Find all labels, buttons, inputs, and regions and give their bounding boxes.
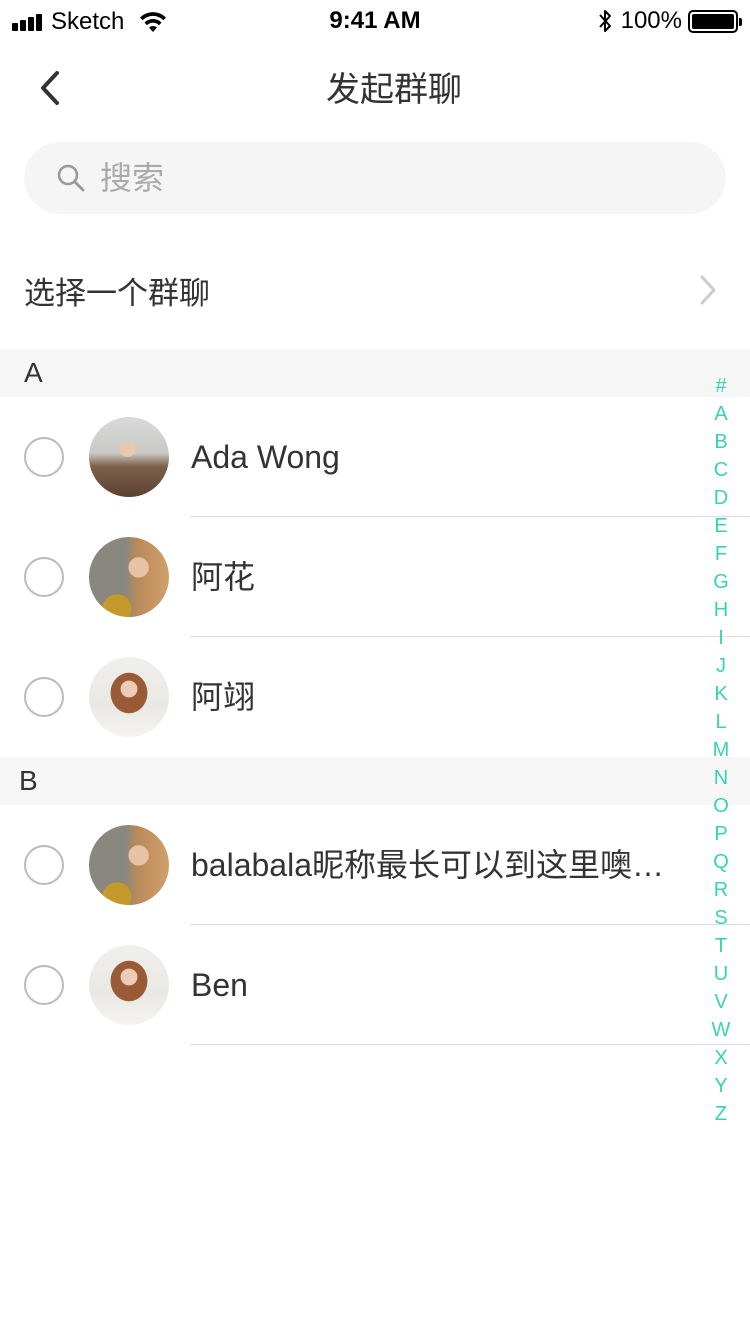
status-bar: Sketch 9:41 AM 100% [0, 0, 750, 40]
divider [190, 1044, 750, 1045]
signal-icon [12, 13, 44, 31]
index-letter[interactable]: H [706, 596, 736, 624]
contact-row-ben[interactable]: Ben [0, 925, 750, 1045]
battery-cap [739, 17, 742, 26]
index-letter[interactable]: E [706, 512, 736, 540]
select-radio[interactable] [24, 437, 64, 477]
select-radio[interactable] [24, 965, 64, 1005]
index-letter[interactable]: X [706, 1044, 736, 1072]
index-letter[interactable]: B [706, 428, 736, 456]
battery-percent: 100% [620, 7, 682, 34]
index-letter[interactable]: V [706, 988, 736, 1016]
index-letter[interactable]: N [706, 764, 736, 792]
index-letter[interactable]: M [706, 736, 736, 764]
status-left: Sketch [12, 8, 168, 36]
choose-group-row[interactable]: 选择一个群聊 [0, 232, 750, 348]
contact-name: Ben [191, 967, 248, 1003]
index-letter[interactable]: Q [706, 848, 736, 876]
select-radio[interactable] [24, 845, 64, 885]
avatar [89, 825, 169, 905]
contact-row-a-yi[interactable]: 阿翊 [0, 637, 750, 757]
section-letter: A [24, 357, 43, 388]
select-radio[interactable] [24, 557, 64, 597]
index-letter[interactable]: Y [706, 1072, 736, 1100]
chevron-right-icon [700, 275, 716, 305]
index-letter[interactable]: Z [706, 1100, 736, 1128]
contact-row-balabala[interactable]: balabala昵称最长可以到这里噢… [0, 805, 750, 925]
index-letter[interactable]: U [706, 960, 736, 988]
back-button[interactable] [28, 66, 72, 110]
contact-name: balabala昵称最长可以到这里噢… [191, 847, 665, 883]
index-letter[interactable]: C [706, 456, 736, 484]
avatar [89, 657, 169, 737]
avatar [89, 537, 169, 617]
index-letter[interactable]: I [706, 624, 736, 652]
avatar [89, 417, 169, 497]
index-letter[interactable]: O [706, 792, 736, 820]
section-letter: B [19, 765, 38, 796]
status-right: 100% [597, 7, 742, 35]
contact-row-ada-wong[interactable]: Ada Wong [0, 397, 750, 517]
index-letter[interactable]: T [706, 932, 736, 960]
contact-name: 阿翊 [191, 679, 256, 715]
index-letter[interactable]: S [706, 904, 736, 932]
index-letter[interactable]: K [706, 680, 736, 708]
battery-fill [692, 13, 734, 29]
index-letter[interactable]: F [706, 540, 736, 568]
index-letter[interactable]: D [706, 484, 736, 512]
search-input[interactable] [100, 159, 680, 197]
carrier-name: Sketch [51, 8, 125, 35]
contact-name: 阿花 [191, 559, 256, 595]
index-letter[interactable]: R [706, 876, 736, 904]
index-letter[interactable]: G [706, 568, 736, 596]
section-header-b: B [0, 757, 750, 805]
contact-row-a-hua[interactable]: 阿花 [0, 517, 750, 637]
search-icon [57, 164, 85, 192]
battery-icon [688, 9, 742, 33]
wifi-icon [140, 12, 167, 32]
avatar [89, 945, 169, 1025]
search-box[interactable] [24, 142, 726, 214]
index-letter[interactable]: L [706, 708, 736, 736]
bluetooth-icon [598, 10, 611, 32]
alphabet-index-bar[interactable]: # A B C D E F G H I J K L M N O P Q R S T U V W X Y Z [706, 372, 736, 1128]
chevron-left-icon [41, 71, 59, 105]
select-radio[interactable] [24, 677, 64, 717]
index-letter[interactable]: # [706, 372, 736, 400]
index-letter[interactable]: W [706, 1016, 736, 1044]
index-letter[interactable]: J [706, 652, 736, 680]
index-letter[interactable]: P [706, 820, 736, 848]
contact-name: Ada Wong [191, 439, 340, 475]
page-title: 发起群聊 [326, 71, 462, 109]
nav-bar: 发起群聊 [0, 40, 750, 136]
index-letter[interactable]: A [706, 400, 736, 428]
choose-group-label: 选择一个群聊 [24, 275, 210, 311]
section-header-a: A [0, 349, 750, 397]
